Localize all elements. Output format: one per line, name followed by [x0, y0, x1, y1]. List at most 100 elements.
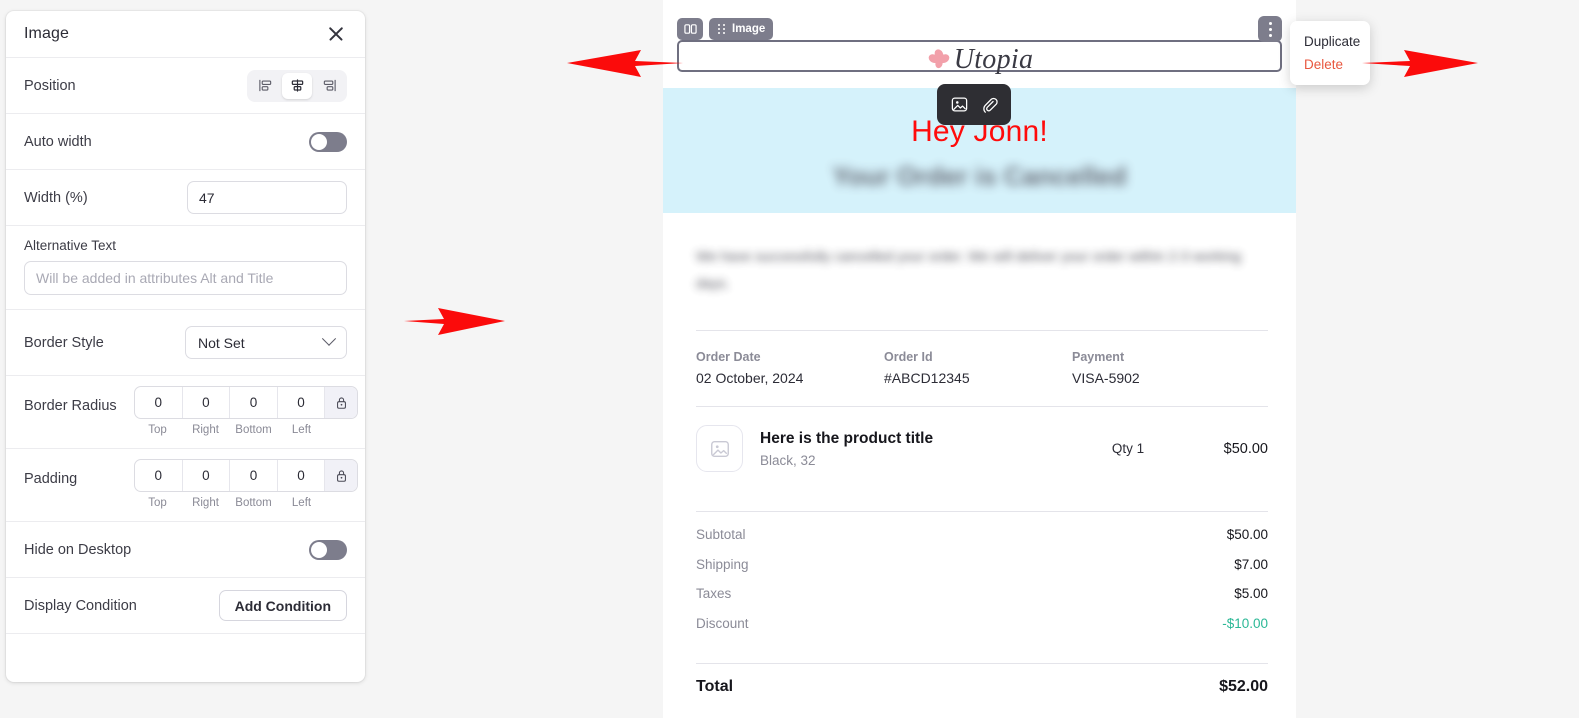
panel-header: Image: [6, 11, 365, 58]
auto-width-row: Auto width: [6, 114, 365, 170]
kebab-menu-icon[interactable]: [1258, 16, 1282, 42]
totals-row: Subtotal $50.00: [696, 527, 1268, 542]
totals-row: Shipping $7.00: [696, 557, 1268, 572]
border-style-row: Border Style Not Set: [6, 310, 365, 376]
close-icon[interactable]: [325, 23, 347, 45]
totals-row: Discount -$10.00: [696, 616, 1268, 631]
panel-filler: [6, 634, 365, 682]
align-left-icon[interactable]: [250, 73, 280, 99]
meta-label: Payment: [1072, 350, 1125, 364]
arrow-pointing-right-at-logo-field: [567, 50, 683, 77]
border-radius-right-input[interactable]: 0: [183, 387, 231, 418]
caption-top: Top: [148, 497, 167, 509]
image-floating-toolbar: [937, 84, 1011, 125]
position-segmented-control: [247, 69, 347, 102]
image-icon[interactable]: [948, 94, 970, 116]
caption-right: Right: [192, 424, 219, 436]
add-condition-button[interactable]: Add Condition: [218, 590, 347, 621]
padding-row: Padding 0 0 0 0 Top Right Bottom Left: [6, 449, 365, 522]
auto-width-label: Auto width: [24, 133, 92, 150]
divider: [696, 511, 1268, 512]
meta-payment: Payment VISA-5902: [1072, 350, 1260, 386]
grand-total-row: Total $52.00: [696, 678, 1268, 696]
padding-right-input[interactable]: 0: [183, 460, 231, 491]
meta-value: #ABCD12345: [884, 370, 970, 386]
border-radius-left-input[interactable]: 0: [278, 387, 326, 418]
border-radius-captions: Top Right Bottom Left: [134, 419, 358, 436]
caption-bottom: Bottom: [235, 424, 272, 436]
totals-value-discount: -$10.00: [1222, 615, 1268, 631]
padding-bottom-input[interactable]: 0: [230, 460, 278, 491]
page-title: Image: [24, 25, 69, 42]
alternative-text-block: Alternative Text Will be added in attrib…: [6, 226, 365, 310]
hide-on-desktop-row: Hide on Desktop: [6, 522, 365, 578]
meta-order-id: Order Id #ABCD12345: [884, 350, 1072, 386]
totals-label: Shipping: [696, 556, 749, 572]
border-radius-bottom-input[interactable]: 0: [230, 387, 278, 418]
totals-label: Subtotal: [696, 527, 746, 542]
divider: [696, 330, 1268, 331]
border-radius-label: Border Radius: [24, 398, 117, 414]
brand-name: Utopia: [953, 44, 1034, 75]
divider: [696, 406, 1268, 407]
align-right-icon[interactable]: [314, 73, 344, 99]
border-style-select[interactable]: Not Set: [185, 326, 347, 359]
padding-inputs: 0 0 0 0: [134, 459, 358, 492]
border-radius-inputs: 0 0 0 0: [134, 386, 358, 419]
width-input[interactable]: 47: [187, 181, 347, 214]
padding-label: Padding: [24, 471, 78, 487]
app-root: Image Position Auto width Width (%) 47 A…: [0, 0, 1579, 718]
lock-icon[interactable]: [325, 387, 357, 418]
two-columns-icon[interactable]: [677, 18, 703, 40]
totals-label: Taxes: [696, 586, 732, 601]
alternative-text-placeholder: Will be added in attributes Alt and Titl…: [36, 270, 274, 286]
display-condition-row: Display Condition Add Condition: [6, 578, 365, 634]
hero-subtitle: Your Order is Cancelled: [832, 161, 1127, 191]
border-style-value: Not Set: [198, 334, 245, 351]
alternative-text-input[interactable]: Will be added in attributes Alt and Titl…: [24, 261, 347, 295]
width-row: Width (%) 47: [6, 170, 365, 226]
block-context-menu: Duplicate Delete: [1290, 21, 1370, 85]
auto-width-toggle[interactable]: [309, 131, 347, 152]
caption-left: Left: [291, 497, 312, 509]
product-row: Here is the product title Black, 32 Qty …: [696, 425, 1268, 472]
padding-captions: Top Right Bottom Left: [134, 492, 358, 509]
brand-logo: Utopia: [926, 44, 1034, 76]
divider: [696, 663, 1268, 664]
caption-right: Right: [192, 497, 219, 509]
lock-icon[interactable]: [325, 460, 357, 491]
block-chip-label: Image: [732, 23, 766, 35]
link-icon[interactable]: [978, 94, 1000, 116]
hide-on-desktop-toggle[interactable]: [309, 539, 347, 560]
totals-value: $7.00: [1234, 556, 1268, 572]
meta-label: Order Id: [884, 350, 933, 364]
arrow-pointing-left-at-settings-panel: [404, 308, 505, 335]
caption-bottom: Bottom: [235, 497, 272, 509]
meta-order-date: Order Date 02 October, 2024: [696, 350, 884, 386]
hide-on-desktop-label: Hide on Desktop: [24, 541, 132, 558]
caption-top: Top: [148, 424, 167, 436]
product-info: Here is the product title Black, 32: [760, 430, 1078, 468]
delete-menu-item[interactable]: Delete: [1290, 53, 1370, 76]
order-meta: Order Date 02 October, 2024 Order Id #AB…: [696, 350, 1268, 386]
border-radius-top-input[interactable]: 0: [135, 387, 183, 418]
image-block-chip[interactable]: Image: [709, 18, 774, 40]
product-title: Here is the product title: [760, 429, 934, 447]
logo-block[interactable]: Utopia: [663, 40, 1296, 80]
alternative-text-label: Alternative Text: [24, 238, 117, 253]
width-label: Width (%): [24, 189, 88, 206]
align-center-icon[interactable]: [282, 72, 312, 99]
width-value: 47: [199, 189, 215, 206]
position-label: Position: [24, 77, 76, 94]
duplicate-menu-item[interactable]: Duplicate: [1290, 30, 1370, 53]
padding-left-input[interactable]: 0: [278, 460, 326, 491]
meta-value: VISA-5902: [1072, 370, 1140, 386]
totals-value: $5.00: [1234, 586, 1268, 601]
grand-total-value: $52.00: [1219, 678, 1268, 695]
totals-label: Discount: [696, 615, 749, 631]
meta-value: 02 October, 2024: [696, 370, 804, 386]
drag-handle-icon: [718, 24, 725, 34]
padding-top-input[interactable]: 0: [135, 460, 183, 491]
border-style-label: Border Style: [24, 334, 104, 351]
totals-list: Subtotal $50.00 Shipping $7.00 Taxes $5.…: [696, 527, 1268, 645]
